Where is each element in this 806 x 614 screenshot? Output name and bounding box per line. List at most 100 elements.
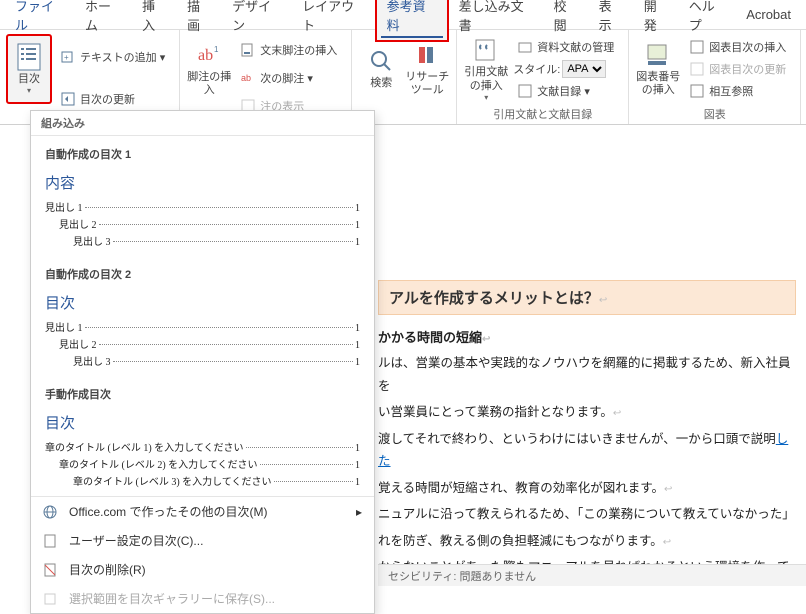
toc-remove-label: 目次の削除(R) xyxy=(69,561,146,578)
svg-text:ab: ab xyxy=(198,47,213,64)
toc-icon xyxy=(15,43,43,71)
insert-endnote-label: 文末脚注の挿入 xyxy=(260,42,337,58)
next-footnote-button[interactable]: ab 次の脚注 ▾ xyxy=(236,67,341,89)
update-toc-button[interactable]: 目次の更新 xyxy=(56,88,169,110)
footnote-icon: ab1 xyxy=(195,41,223,69)
tab-references[interactable]: 参考資料 xyxy=(375,0,449,42)
toc-menu: Office.com で作ったその他の目次(M) ▸ ユーザー設定の目次(C).… xyxy=(31,496,374,613)
chevron-down-icon: ▾ xyxy=(27,86,31,95)
ribbon-tabs: ファイル ホーム 挿入 描画 デザイン レイアウト 参考資料 差し込み文書 校閲… xyxy=(0,0,806,30)
next-footnote-label: 次の脚注 xyxy=(260,70,304,86)
cross-ref-icon xyxy=(689,83,705,99)
toc-button[interactable]: 目次 ▾ xyxy=(6,34,52,104)
endnote-icon xyxy=(240,42,256,58)
next-footnote-icon: ab xyxy=(240,70,256,86)
chevron-down-icon: ▾ xyxy=(484,93,488,102)
toc-auto2-item[interactable]: 自動作成の目次 2 目次 見出し 11 見出し 21 見出し 31 xyxy=(31,260,374,380)
update-tof-label: 図表目次の更新 xyxy=(709,61,786,77)
toc-save-gallery-label: 選択範囲を目次ギャラリーに保存(S)... xyxy=(69,590,275,607)
doc-p1b: い営業員にとって業務の指針となります。↩ xyxy=(378,401,796,424)
doc-heading: アルを作成するメリットとは？ xyxy=(389,290,599,307)
toc-gallery-scroll[interactable]: 自動作成の目次 1 内容 見出し 11 見出し 21 見出し 31 自動作成の目… xyxy=(31,136,374,496)
accessibility-status: セシビリティ: 問題ありません xyxy=(388,571,536,583)
toc-auto1-preview-title: 内容 xyxy=(45,172,360,193)
toc-custom-label: ユーザー設定の目次(C)... xyxy=(69,532,203,549)
cross-ref-label: 相互参照 xyxy=(709,83,753,99)
globe-icon xyxy=(43,505,61,519)
toc-label: 目次 xyxy=(18,73,40,86)
doc-p2b: 覚える時間が短縮され、教育の効率化が図れます。↩ xyxy=(378,477,796,500)
chevron-down-icon: ▾ xyxy=(307,72,313,85)
citation-style-row: スタイル: APA xyxy=(513,58,618,80)
update-tof-icon xyxy=(689,61,705,77)
doc-p3a: ニュアルに沿って教えられるため、「この業務について教えていなかった」 xyxy=(378,503,796,526)
manage-sources-button[interactable]: 資料文献の管理 xyxy=(513,36,618,58)
research-tool-label: リサーチツール xyxy=(404,71,450,97)
doc-p1a: ルは、営業の基本や実践的なノウハウを網羅的に掲載するため、新入社員を xyxy=(378,352,796,397)
group-captions: 図表番号の挿入 図表目次の挿入 図表目次の更新 相互参照 図表 xyxy=(629,30,801,124)
insert-tof-button[interactable]: 図表目次の挿入 xyxy=(685,36,790,58)
toc-manual-item[interactable]: 手動作成目次 目次 章のタイトル (レベル 1) を入力してください1 章のタイ… xyxy=(31,380,374,496)
manage-sources-icon xyxy=(517,39,533,55)
svg-text:ab: ab xyxy=(241,73,251,83)
toc-manual-preview-title: 目次 xyxy=(45,412,360,433)
cross-ref-button[interactable]: 相互参照 xyxy=(685,80,790,102)
citations-group-label: 引用文献と文献目録 xyxy=(463,104,622,124)
citation-icon xyxy=(472,36,500,64)
insert-caption-label: 図表番号の挿入 xyxy=(635,71,681,97)
add-text-label: テキストの追加 xyxy=(80,49,157,65)
save-icon xyxy=(43,592,61,606)
captions-group-label: 図表 xyxy=(635,104,794,124)
bibliography-button[interactable]: 文献目録 ▾ xyxy=(513,80,618,102)
chevron-down-icon: ▾ xyxy=(584,85,590,98)
toc-builtin-header: 組み込み xyxy=(31,111,374,136)
doc-sub1: かかる時間の短縮↩ xyxy=(378,327,796,346)
add-text-button[interactable]: + テキストの追加 ▾ xyxy=(56,46,169,68)
insert-citation-button[interactable]: 引用文献の挿入 ▾ xyxy=(463,34,509,104)
search-icon xyxy=(367,47,395,75)
toc-dropdown-panel: 組み込み 自動作成の目次 1 内容 見出し 11 見出し 21 見出し 31 自… xyxy=(30,110,375,614)
research-tool-button[interactable]: リサーチツール xyxy=(404,34,450,104)
tab-acrobat[interactable]: Acrobat xyxy=(736,1,801,28)
chevron-right-icon: ▸ xyxy=(356,505,362,519)
search-button[interactable]: 検索 xyxy=(358,34,404,104)
svg-text:+: + xyxy=(64,53,69,62)
toc-manual-title: 手動作成目次 xyxy=(45,386,360,402)
remove-icon xyxy=(43,563,61,577)
document-icon xyxy=(43,534,61,548)
insert-tof-label: 図表目次の挿入 xyxy=(709,39,786,55)
insert-citation-label: 引用文献の挿入 xyxy=(463,66,509,92)
update-tof-button[interactable]: 図表目次の更新 xyxy=(685,58,790,80)
toc-save-gallery-item: 選択範囲を目次ギャラリーに保存(S)... xyxy=(31,584,374,613)
group-index: 索引登録 索 索引 xyxy=(801,30,806,124)
insert-endnote-button[interactable]: 文末脚注の挿入 xyxy=(236,39,341,61)
add-text-icon: + xyxy=(60,49,76,65)
status-bar: セシビリティ: 問題ありません xyxy=(378,564,806,586)
update-toc-icon xyxy=(60,91,76,107)
toc-custom-item[interactable]: ユーザー設定の目次(C)... xyxy=(31,526,374,555)
svg-text:1: 1 xyxy=(214,45,219,54)
group-citations: 引用文献の挿入 ▾ 資料文献の管理 スタイル: APA 文献目録 ▾ xyxy=(457,30,629,124)
document-area[interactable]: アルを作成するメリットとは？↩ かかる時間の短縮↩ ルは、営業の基本や実践的なノ… xyxy=(378,130,806,586)
toc-auto2-title: 自動作成の目次 2 xyxy=(45,266,360,282)
bibliography-icon xyxy=(517,83,533,99)
manage-sources-label: 資料文献の管理 xyxy=(537,39,614,55)
update-toc-label: 目次の更新 xyxy=(80,91,135,107)
toc-more-office-label: Office.com で作ったその他の目次(M) xyxy=(69,503,267,520)
doc-p3b: れを防ぎ、教える側の負担軽減にもつながります。↩ xyxy=(378,530,796,553)
toc-auto1-item[interactable]: 自動作成の目次 1 内容 見出し 11 見出し 21 見出し 31 xyxy=(31,140,374,260)
tof-icon xyxy=(689,39,705,55)
insert-footnote-label: 脚注の挿入 xyxy=(186,71,232,97)
insert-caption-button[interactable]: 図表番号の挿入 xyxy=(635,34,681,104)
insert-footnote-button[interactable]: ab1 脚注の挿入 xyxy=(186,34,232,104)
citation-style-select[interactable]: APA xyxy=(562,60,606,78)
style-label: スタイル: xyxy=(513,61,560,77)
bibliography-label: 文献目録 xyxy=(537,83,581,99)
toc-more-office-item[interactable]: Office.com で作ったその他の目次(M) ▸ xyxy=(31,497,374,526)
chevron-down-icon: ▾ xyxy=(160,51,166,64)
caption-icon xyxy=(644,41,672,69)
doc-heading-box: アルを作成するメリットとは？↩ xyxy=(378,280,796,315)
toc-auto1-title: 自動作成の目次 1 xyxy=(45,146,360,162)
doc-p2a: 渡してそれで終わり、というわけにはいきませんが、一から口頭で説明した xyxy=(378,428,796,473)
toc-remove-item[interactable]: 目次の削除(R) xyxy=(31,555,374,584)
